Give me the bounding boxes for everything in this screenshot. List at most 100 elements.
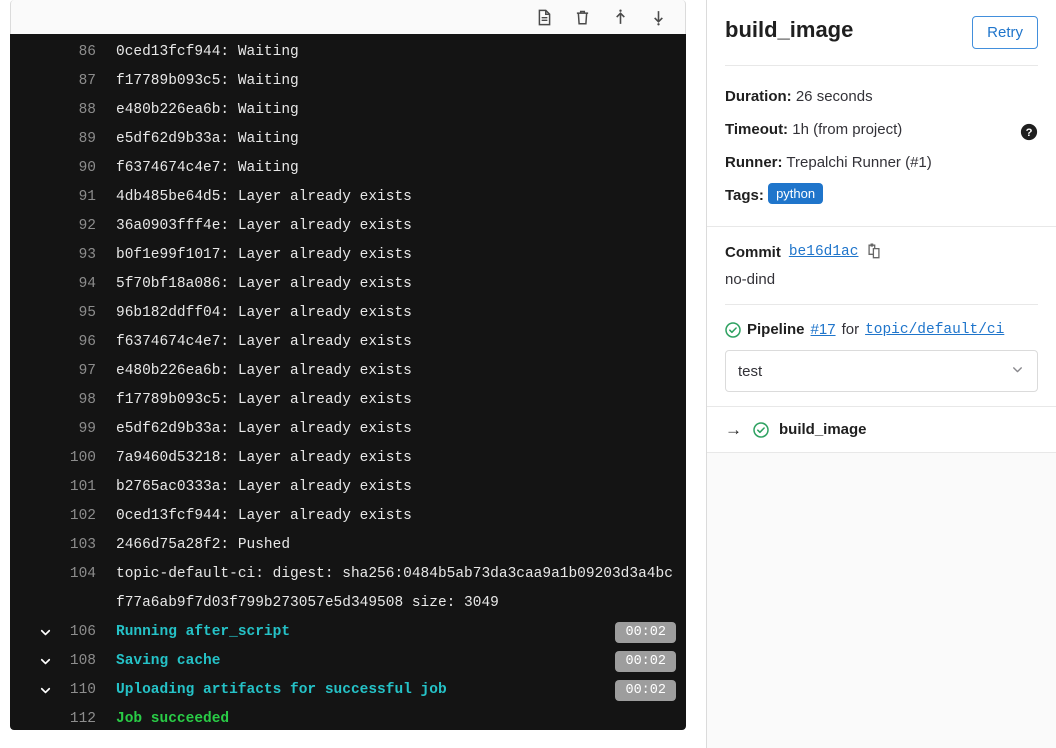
job-log-panel: 86 0ced13fcf944: Waiting 87 f17789b093c5: W… <box>0 0 686 748</box>
pipeline-ref-link[interactable]: topic/default/ci <box>865 322 1004 338</box>
job-log-page: 86 0ced13fcf944: Waiting 87 f17789b093c5: W… <box>0 0 1056 748</box>
commit-label: Commit <box>725 243 781 261</box>
log-line-text: b2765ac0333a: Layer already exists <box>116 479 412 495</box>
log-line-number: 104 <box>69 566 96 582</box>
log-section-duration: 00:02 <box>615 680 676 701</box>
log-line-number: 97 <box>78 363 96 379</box>
log-line-text: 7a9460d53218: Layer already exists <box>116 450 412 466</box>
meta-runner-label: Runner: <box>725 154 783 171</box>
retry-button[interactable]: Retry <box>972 16 1038 49</box>
log-line-text: 36a0903fff4e: Layer already exists <box>116 218 412 234</box>
log-line-text: f6374674c4e7: Waiting <box>116 160 299 176</box>
log-line: 103 2466d75a28f2: Pushed <box>10 531 686 560</box>
log-line-number: 87 <box>78 73 96 89</box>
divider <box>725 65 1038 66</box>
log-line-text: e5df62d9b33a: Waiting <box>116 131 299 147</box>
scroll-to-top-button[interactable] <box>607 4 633 30</box>
log-section-duration: 00:02 <box>615 622 676 643</box>
log-line-text: Running after_script <box>116 624 291 640</box>
job-summary-card: build_image Retry Duration: 26 seconds T… <box>707 0 1056 227</box>
arrow-right-icon: → <box>725 420 742 439</box>
show-complete-raw-button[interactable] <box>531 4 557 30</box>
log-line: 92 36a0903fff4e: Layer already exists <box>10 212 686 241</box>
meta-timeout: Timeout: 1h (from project) ? <box>725 113 1038 146</box>
file-icon <box>536 9 553 26</box>
meta-duration-label: Duration: <box>725 88 792 105</box>
stage-select[interactable]: test <box>725 350 1038 392</box>
log-line-text: f17789b093c5: Waiting <box>116 73 299 89</box>
scroll-to-bottom-button[interactable] <box>645 4 671 30</box>
meta-runner: Runner: Trepalchi Runner (#1) <box>725 146 1038 179</box>
log-line: 90 f6374674c4e7: Waiting <box>10 154 686 183</box>
chevron-down-icon[interactable] <box>36 647 54 676</box>
help-icon[interactable]: ? <box>1020 120 1038 141</box>
pipeline-number-link[interactable]: #17 <box>811 321 836 338</box>
copy-icon[interactable] <box>866 243 882 261</box>
log-line-number: 98 <box>78 392 96 408</box>
log-line-number: 95 <box>78 305 96 321</box>
log-line-text: Saving cache <box>116 653 221 669</box>
commit-message: no-dind <box>725 271 776 288</box>
log-line-text: 0ced13fcf944: Waiting <box>116 44 299 60</box>
commit-divider <box>725 304 1038 305</box>
meta-timeout-label: Timeout: <box>725 121 789 138</box>
log-line: 102 0ced13fcf944: Layer already exists <box>10 502 686 531</box>
log-line[interactable]: 106 Running after_script 00:02 <box>10 618 686 647</box>
log-line: 86 0ced13fcf944: Waiting <box>10 38 686 67</box>
log-line: 97 e480b226ea6b: Layer already exists <box>10 357 686 386</box>
log-line-number: 102 <box>69 508 96 524</box>
log-line: 88 e480b226ea6b: Waiting <box>10 96 686 125</box>
log-line-text: 0ced13fcf944: Layer already exists <box>116 508 412 524</box>
job-status-icon <box>753 421 769 438</box>
meta-runner-value: Trepalchi Runner (#1) <box>786 154 932 171</box>
log-line-number: 96 <box>78 334 96 350</box>
log-line: 99 e5df62d9b33a: Layer already exists <box>10 415 686 444</box>
log-line-number: 101 <box>69 479 96 495</box>
log-line[interactable]: 108 Saving cache 00:02 <box>10 647 686 676</box>
log-line-text: b0f1e99f1017: Layer already exists <box>116 247 412 263</box>
log-line: 91 4db485be64d5: Layer already exists <box>10 183 686 212</box>
stage-select-value: test <box>738 362 763 380</box>
log-line-number: 91 <box>78 189 96 205</box>
pipeline-row: Pipeline #17 for topic/default/ci <box>725 321 1038 338</box>
sidebar-job-build-image[interactable]: → build_image <box>707 407 1056 453</box>
erase-job-log-button[interactable] <box>569 4 595 30</box>
pipeline-label: Pipeline <box>747 321 805 338</box>
log-line-number: 112 <box>69 711 96 727</box>
job-sidebar: build_image Retry Duration: 26 seconds T… <box>706 0 1056 748</box>
log-line-number: 88 <box>78 102 96 118</box>
log-line: 89 e5df62d9b33a: Waiting <box>10 125 686 154</box>
log-line: 112 Job succeeded <box>10 705 686 730</box>
log-toolbar <box>10 0 686 34</box>
log-line-number: 100 <box>69 450 96 466</box>
log-line-number: 92 <box>78 218 96 234</box>
job-item-name: build_image <box>779 421 867 438</box>
meta-duration: Duration: 26 seconds <box>725 80 1038 113</box>
meta-duration-value: 26 seconds <box>795 88 873 105</box>
log-line: 94 5f70bf18a086: Layer already exists <box>10 270 686 299</box>
log-line-text: f17789b093c5: Layer already exists <box>116 392 412 408</box>
meta-tags: Tags: python <box>725 179 1038 212</box>
meta-timeout-value: 1h (from project) <box>792 121 903 138</box>
job-title: build_image <box>725 17 854 42</box>
tag-chip: python <box>768 183 824 204</box>
pipeline-status-icon <box>725 321 741 338</box>
job-meta-list: Duration: 26 seconds Timeout: 1h (from p… <box>725 80 1038 212</box>
arrow-up-icon <box>612 9 629 26</box>
log-line-text: Job succeeded <box>116 711 230 727</box>
pipeline-for-word: for <box>841 321 860 338</box>
meta-tags-label: Tags: <box>725 187 764 204</box>
chevron-down-icon[interactable] <box>36 676 54 705</box>
log-line-number: 103 <box>69 537 96 553</box>
chevron-down-icon[interactable] <box>36 618 54 647</box>
svg-text:?: ? <box>1026 127 1033 139</box>
log-output[interactable]: 86 0ced13fcf944: Waiting 87 f17789b093c5: W… <box>10 34 686 730</box>
log-line-text: e480b226ea6b: Waiting <box>116 102 299 118</box>
log-line-text: f6374674c4e7: Layer already exists <box>116 334 412 350</box>
log-line: 93 b0f1e99f1017: Layer already exists <box>10 241 686 270</box>
log-line-number: 86 <box>78 44 96 60</box>
commit-card: Commit be16d1ac no-dind Pipeline #17 for… <box>707 227 1056 407</box>
log-line[interactable]: 110 Uploading artifacts for successful jo… <box>10 676 686 705</box>
commit-sha-link[interactable]: be16d1ac <box>789 244 859 260</box>
log-line: 100 7a9460d53218: Layer already exists <box>10 444 686 473</box>
